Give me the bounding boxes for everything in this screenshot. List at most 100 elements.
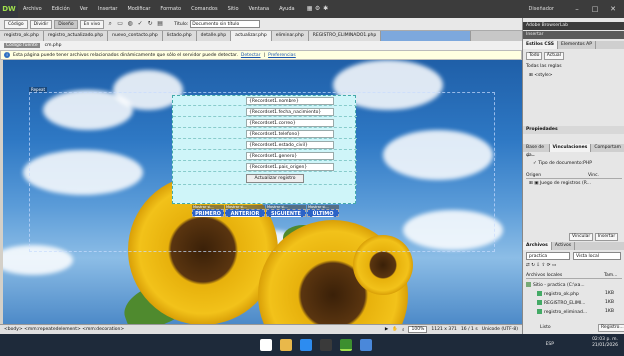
tab-registro-ok[interactable]: registro_ok.php [0,31,44,41]
tab-bindings[interactable]: Vinculaciones [549,144,592,152]
insert-header[interactable]: Insertar [523,31,624,39]
tab-css-styles[interactable]: Estilos CSS [523,41,558,49]
live-view-button[interactable]: En vivo [79,19,105,29]
inspect-icon[interactable]: ⌕ [106,20,114,28]
field-correo[interactable]: {Recordset1.correo} [246,119,334,127]
title-field[interactable]: Documento sin título [190,20,261,28]
tab-current[interactable] [381,31,472,41]
detect-link[interactable]: Detectar [241,53,261,58]
nav-next[interactable]: Mostrar si... SIGUIENTE [266,205,306,219]
site-root[interactable]: Sitio - practica (C:\xa... [526,282,585,288]
tab-registro-eliminado[interactable]: REGISTRO_ELIMINADO1.php [308,31,382,41]
extensions-icon[interactable]: ✱ [322,5,330,13]
rule-item[interactable]: ⊞ <style> [529,73,553,78]
select-tool-icon[interactable]: ▶ [385,327,388,332]
source-code-link[interactable]: Código fuente [4,43,40,48]
site-select[interactable]: practica [526,252,570,260]
minimize-button[interactable]: – [570,5,584,13]
view-select[interactable]: Vista local [573,252,621,260]
nav-last[interactable]: Mostrar si... ÚLTIMO [307,205,339,219]
update-record-button[interactable]: Actualizar registro [246,174,304,183]
field-genero[interactable]: {Recordset1.genero} [246,152,334,160]
design-view-button[interactable]: Diseño [54,19,78,29]
split-view-button[interactable]: Dividir [29,19,53,29]
previous-link[interactable]: ANTERIOR [225,209,265,217]
refresh-icon[interactable]: ↻ [146,20,154,28]
word-icon[interactable] [360,339,372,351]
tab-registro-actualizado[interactable]: registro_actualizado.php [43,31,109,41]
file-row[interactable]: REGISTRO_ELIMI... 1KB [537,300,621,306]
current-rules-button[interactable]: Actual [543,52,564,60]
tab-nuevo-contacto[interactable]: nuevo_contacto.php [108,31,163,41]
close-button[interactable]: ✕ [606,5,620,13]
code-view-button[interactable]: Código [4,19,28,29]
file-row[interactable]: registro_ok.php 1KB [537,291,621,297]
app-icon[interactable] [320,339,332,351]
tab-files[interactable]: Archivos [523,242,552,250]
layout-icon[interactable]: ▦ [306,5,314,13]
tab-assets[interactable]: Activos [552,242,576,250]
field-pais-origen[interactable]: {Recordset1.pais_origen} [246,163,334,171]
properties-header[interactable]: Propiedades [523,126,624,134]
check-icon[interactable]: ✓ [136,20,144,28]
maximize-button[interactable]: □ [588,5,602,13]
tab-behaviors[interactable]: Comportam [591,144,624,152]
last-link[interactable]: ÚLTIMO [307,209,339,217]
design-canvas[interactable]: Repeat {Recordset1.nombre} {Recordset1.f… [3,60,522,324]
menu-ventana[interactable]: Ventana [244,6,275,12]
edge-icon[interactable] [300,339,312,351]
menu-formato[interactable]: Formato [155,6,186,12]
visual-aids-icon[interactable]: ▤ [156,20,164,28]
related-file-link[interactable]: cm.php [43,43,64,48]
language-indicator[interactable]: ESP [546,342,554,347]
log-button[interactable]: Registro... [598,324,624,332]
menu-modificar[interactable]: Modificar [122,6,155,12]
recordset-item[interactable]: ⊞ ▣ Juego de registros (R... [529,181,591,186]
files-toolbar[interactable]: ⇄ ↻ ⇩ ⇧ ⟳ ▭ [526,263,556,268]
nav-first[interactable]: Mostrar si... PRIMERO [192,205,224,219]
tab-listado[interactable]: listado.php [162,31,197,41]
menu-insertar[interactable]: Insertar [93,6,122,12]
bind-button[interactable]: Vincular [569,233,594,241]
php-file-icon [537,300,542,305]
field-estado-civil[interactable]: {Recordset1.estado_civil} [246,141,334,149]
menu-sitio[interactable]: Sitio [223,6,244,12]
gear-icon[interactable]: ⚙ [314,5,322,13]
zoom-select[interactable]: 100% [408,326,428,333]
field-telefono[interactable]: {Recordset1.telefono} [246,130,334,138]
all-rules-button[interactable]: Todo [526,52,543,60]
zoom-tool-icon[interactable]: ⌕ [402,327,405,333]
tab-ap-elements[interactable]: Elementos AP [558,41,596,49]
window-size[interactable]: 1121 x 371 [431,327,457,332]
menu-edicion[interactable]: Edición [47,6,75,12]
nav-previous[interactable]: Mostrar si... ANTERIOR [225,205,265,219]
preferences-link[interactable]: Preferencias [268,53,296,58]
insert-button[interactable]: Insertar [594,233,619,241]
start-icon[interactable] [260,339,272,351]
globe-icon[interactable]: ◍ [126,20,134,28]
menu-ayuda[interactable]: Ayuda [274,6,299,12]
tab-eliminar[interactable]: eliminar.php [271,31,309,41]
size-column: Tam... [604,273,618,278]
first-link[interactable]: PRIMERO [192,209,224,217]
menu-comandos[interactable]: Comandos [186,6,223,12]
field-fecha-nacimiento[interactable]: {Recordset1.fecha_nacimiento} [246,108,334,116]
update-form-table[interactable]: {Recordset1.nombre} {Recordset1.fecha_na… [172,95,357,204]
tag-selector[interactable]: <body> <mm:repeatedelement> <mm:decorati… [4,327,124,332]
next-link[interactable]: SIGUIENTE [266,209,306,217]
browserlab-header[interactable]: Adobe BrowserLab [523,22,624,30]
file-explorer-icon[interactable] [280,339,292,351]
tab-actualizar[interactable]: actualizar.php [231,31,272,41]
menu-ver[interactable]: Ver [75,6,93,12]
hand-tool-icon[interactable]: ✋ [392,327,398,332]
dreamweaver-taskbar-icon[interactable] [340,339,352,351]
system-clock[interactable]: 02:03 p. m. 21/01/2026 [592,337,618,349]
field-nombre[interactable]: {Recordset1.nombre} [246,97,334,105]
add-binding-icon[interactable]: + − [526,154,535,159]
tab-detalle[interactable]: detalle.php [196,31,232,41]
file-row[interactable]: registro_eliminad... 1KB [537,309,621,315]
tab-databases[interactable]: Base de da [523,144,550,158]
workspace-switcher[interactable]: Diseñador [529,6,554,12]
menu-archivo[interactable]: Archivo [18,6,47,12]
multiscreen-icon[interactable]: ▭ [116,20,124,28]
